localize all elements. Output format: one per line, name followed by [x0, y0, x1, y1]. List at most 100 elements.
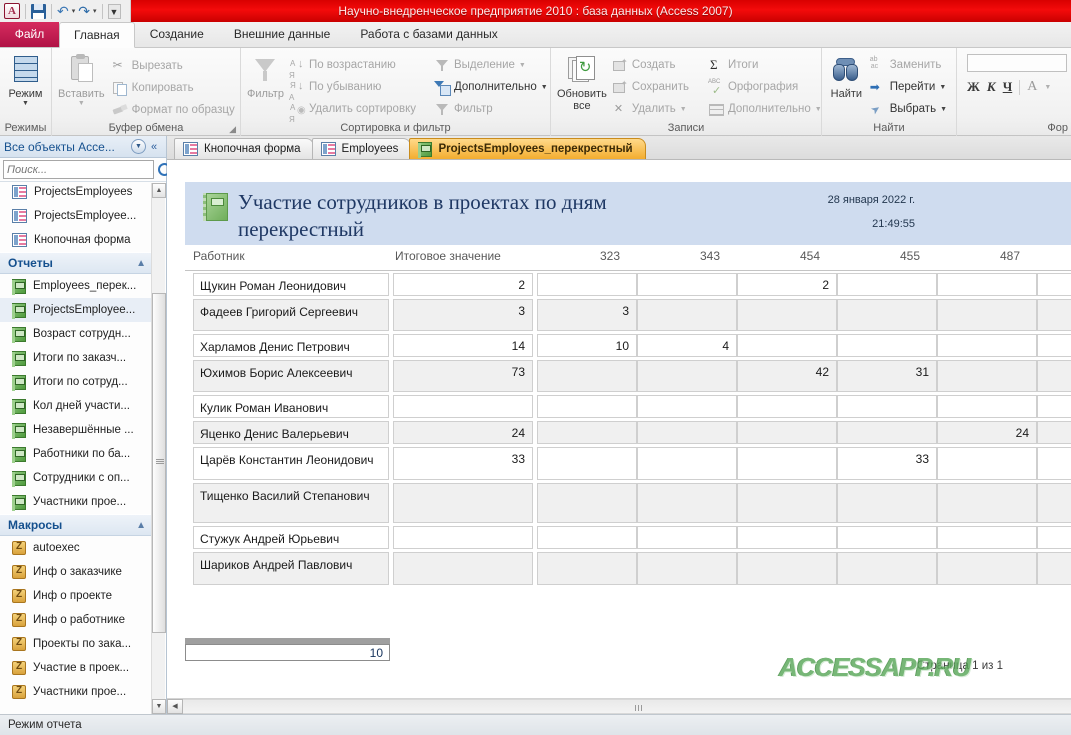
selection-button[interactable]: Выделение ▼	[431, 55, 551, 75]
list-item[interactable]: Итоги по заказч...	[0, 346, 152, 370]
scrollbar-thumb[interactable]	[152, 293, 166, 633]
more-records-button[interactable]: Дополнительно ▼	[705, 99, 825, 119]
list-item[interactable]: Сотрудники с оп...	[0, 466, 152, 490]
customize-qat-icon[interactable]: ▼	[107, 3, 121, 19]
font-color-icon[interactable]: A	[1027, 79, 1037, 95]
table-row[interactable]: Стужук Андрей Юрьевич	[185, 524, 1071, 550]
bold-button[interactable]: Ж	[967, 79, 980, 95]
italic-button[interactable]: К	[987, 79, 996, 95]
selection-dropdown-icon[interactable]: ▼	[519, 62, 526, 69]
go-to-dropdown-icon[interactable]: ▼	[939, 84, 946, 91]
table-row[interactable]: Кулик Роман Иванович	[185, 393, 1071, 419]
sort-descending-button[interactable]: Я А ↓ По убыванию	[286, 77, 419, 102]
go-to-button[interactable]: Перейти ▼	[867, 77, 950, 97]
tab-file[interactable]: Файл	[0, 22, 59, 47]
more-records-dropdown-icon[interactable]: ▼	[815, 106, 822, 113]
table-row[interactable]: Шариков Андрей Павлович	[185, 550, 1071, 586]
save-record-button[interactable]: Сохранить	[609, 77, 692, 97]
clipboard-dialog-launcher-icon[interactable]: ◢	[229, 122, 236, 137]
access-app-icon[interactable]: A	[4, 3, 20, 19]
copy-button[interactable]: Копировать	[109, 78, 238, 98]
horizontal-scroll-track[interactable]	[183, 699, 1071, 714]
list-item[interactable]: autoexec	[0, 536, 152, 560]
list-item-selected[interactable]: ProjectsEmployee...	[0, 298, 152, 322]
save-icon[interactable]	[31, 3, 46, 19]
delete-dropdown-icon[interactable]: ▼	[680, 106, 687, 113]
search-input[interactable]	[3, 160, 154, 179]
table-row[interactable]: Харламов Денис Петрович 14 10 4	[185, 332, 1071, 358]
advanced-filter-dropdown-icon[interactable]: ▼	[541, 84, 548, 91]
spelling-button[interactable]: Орфография	[705, 77, 825, 97]
paste-dropdown-icon[interactable]: ▼	[78, 100, 85, 107]
horizontal-scrollbar[interactable]: ◀	[167, 698, 1071, 714]
cut-button[interactable]: Вырезать	[109, 56, 238, 76]
list-item[interactable]: ProjectsEmployees	[0, 183, 152, 204]
list-item[interactable]: Участники прое...	[0, 680, 152, 704]
report-canvas[interactable]: Участие сотрудников в проектах по дням п…	[167, 160, 1071, 698]
tab-employees[interactable]: Employees	[311, 138, 412, 159]
list-item[interactable]: Инф о проекте	[0, 584, 152, 608]
navigation-scrollbar[interactable]: ▲ ▼	[151, 183, 166, 714]
paste-button[interactable]: Вставить ▼	[58, 52, 105, 107]
list-item[interactable]: Незавершённые ...	[0, 418, 152, 442]
find-button[interactable]: Найти	[828, 52, 865, 100]
table-row[interactable]: Юхимов Борис Алексеевич 73 42 31	[185, 358, 1071, 393]
view-dropdown-icon[interactable]: ▼	[22, 100, 29, 107]
table-row[interactable]: Царёв Константин Леонидович 33 33	[185, 445, 1071, 481]
list-item[interactable]: Кол дней участи...	[0, 394, 152, 418]
list-item[interactable]: Инф о заказчике	[0, 560, 152, 584]
list-item[interactable]: ProjectsEmployee...	[0, 204, 152, 228]
list-item[interactable]: Кнопочная форма	[0, 228, 152, 252]
table-row[interactable]: Фадеев Григорий Сергеевич 3 3	[185, 297, 1071, 332]
nav-group-macros[interactable]: Макросы ▲	[0, 514, 152, 536]
list-item[interactable]: Возраст сотрудн...	[0, 322, 152, 346]
navigation-pane-header[interactable]: Все объекты Acce... ▼ «	[0, 136, 166, 158]
undo-dropdown-icon[interactable]: ▾	[72, 7, 76, 15]
redo-dropdown-icon[interactable]: ▾	[93, 7, 97, 15]
delete-record-button[interactable]: Удалить ▼	[609, 99, 692, 119]
undo-icon[interactable]: ↶	[57, 4, 69, 18]
toggle-filter-button[interactable]: Фильтр	[431, 99, 551, 119]
view-button[interactable]: Режим ▼	[6, 52, 45, 107]
advanced-filter-button[interactable]: Дополнительно ▼	[431, 77, 551, 97]
select-button[interactable]: Выбрать ▼	[867, 99, 950, 119]
refresh-all-button[interactable]: ↻ Обновить все	[557, 52, 607, 112]
clear-sort-button[interactable]: А Я ◉ Удалить сортировку	[286, 99, 419, 124]
list-item[interactable]: Employees_перек...	[0, 274, 152, 298]
scroll-down-button[interactable]: ▼	[152, 699, 166, 714]
tab-knopochnaya-forma[interactable]: Кнопочная форма	[174, 138, 314, 159]
search-icon[interactable]	[157, 162, 171, 178]
navigation-object-list[interactable]: Projects ProjectsEmployees ProjectsEmplo…	[0, 183, 152, 714]
select-dropdown-icon[interactable]: ▼	[940, 106, 947, 113]
tab-home[interactable]: Главная	[59, 22, 135, 48]
scroll-up-button[interactable]: ▲	[152, 183, 166, 198]
list-item[interactable]: Участие в проек...	[0, 656, 152, 680]
table-row[interactable]: Тищенко Василий Степанович	[185, 481, 1071, 524]
filter-button[interactable]: Фильтр	[247, 52, 284, 100]
collapse-pane-icon[interactable]: «	[146, 141, 162, 153]
underline-button[interactable]: Ч	[1003, 79, 1013, 95]
font-name-input[interactable]	[967, 54, 1067, 72]
replace-button[interactable]: Заменить	[867, 55, 950, 75]
nav-group-reports[interactable]: Отчеты ▲	[0, 252, 152, 274]
sort-ascending-button[interactable]: А Я ↓ По возрастанию	[286, 55, 419, 80]
font-color-dropdown-icon[interactable]: ▼	[1044, 84, 1051, 91]
tab-projectsemployees-crosstab[interactable]: ProjectsEmployees_перекрестный	[409, 138, 646, 159]
chevron-up-icon[interactable]: ▲	[136, 258, 146, 269]
list-item[interactable]: Участники прое...	[0, 490, 152, 514]
tab-database-tools[interactable]: Работа с базами данных	[345, 22, 512, 47]
new-record-button[interactable]: Создать	[609, 55, 692, 75]
tab-external-data[interactable]: Внешние данные	[219, 22, 346, 47]
totals-button[interactable]: Σ Итоги	[705, 55, 825, 75]
scroll-left-button[interactable]: ◀	[167, 699, 183, 714]
list-item[interactable]: Итоги по сотруд...	[0, 370, 152, 394]
list-item[interactable]: Проекты по зака...	[0, 632, 152, 656]
list-item[interactable]: Работники по ба...	[0, 442, 152, 466]
tab-create[interactable]: Создание	[135, 22, 219, 47]
list-item[interactable]: Инф о работнике	[0, 608, 152, 632]
format-painter-button[interactable]: Формат по образцу	[109, 100, 238, 120]
table-row[interactable]: Щукин Роман Леонидович 2 2	[185, 271, 1071, 297]
redo-icon[interactable]: ↷	[78, 4, 90, 18]
table-row[interactable]: Яценко Денис Валерьевич 24 24	[185, 419, 1071, 445]
chevron-down-icon[interactable]: ▼	[131, 139, 146, 154]
